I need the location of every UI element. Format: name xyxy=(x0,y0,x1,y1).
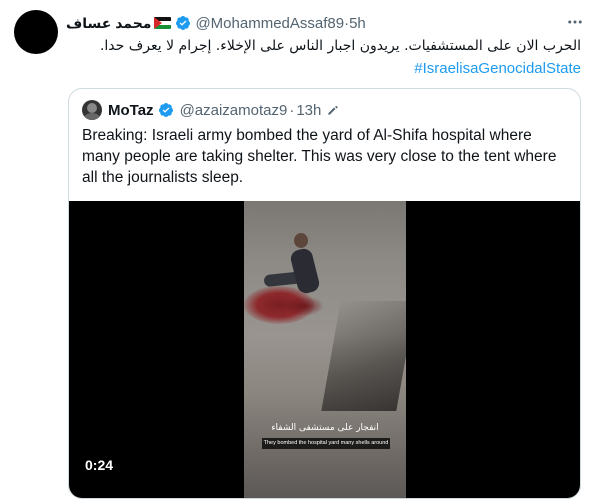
video-scene-debris xyxy=(321,301,406,411)
video-frame: انفجار على مستشفى الشفاء They bombed the… xyxy=(244,201,406,498)
quote-text: Breaking: Israeli army bombed the yard o… xyxy=(82,127,557,186)
quote-header: MoTaz @azaizamotaz9 · 13h xyxy=(82,99,340,121)
quoted-tweet[interactable]: MoTaz @azaizamotaz9 · 13h Breaking: Isra… xyxy=(68,88,581,499)
video-player[interactable]: انفجار على مستشفى الشفاء They bombed the… xyxy=(69,201,580,498)
video-scene-stain-dark xyxy=(284,296,324,316)
video-caption-arabic: انفجار على مستشفى الشفاء xyxy=(271,423,379,433)
tweet-time[interactable]: 5h xyxy=(349,15,366,32)
author-name[interactable]: محمد عساف xyxy=(66,15,151,32)
verified-badge-icon xyxy=(176,16,191,30)
quote-author-handle[interactable]: @azaizamotaz9 xyxy=(180,102,288,119)
more-horizontal-icon[interactable] xyxy=(565,13,585,31)
video-timestamp: 0:24 xyxy=(85,457,114,473)
quote-header-separator: · xyxy=(289,101,295,119)
pencil-icon xyxy=(328,105,339,115)
author-handle[interactable]: @MohammedAssaf89 xyxy=(195,15,344,32)
video-caption-english: They bombed the hospital yard many shell… xyxy=(262,438,390,449)
video-scene-figure-head xyxy=(294,233,308,248)
verified-badge-icon xyxy=(158,103,173,117)
quote-author-avatar[interactable] xyxy=(82,100,102,120)
quote-author-name[interactable]: MoTaz xyxy=(108,102,154,119)
author-avatar[interactable] xyxy=(14,10,58,54)
hashtag-link[interactable]: #IsraelisaGenocidalState xyxy=(414,58,581,79)
tweet-text: الحرب الان على المستشفيات. يريدون اجبار … xyxy=(99,38,581,54)
palestine-flag-icon xyxy=(154,17,172,29)
tweet-header: محمد عساف @MohammedAssaf89 · 5h xyxy=(66,13,366,33)
quote-time[interactable]: 13h xyxy=(296,102,321,119)
